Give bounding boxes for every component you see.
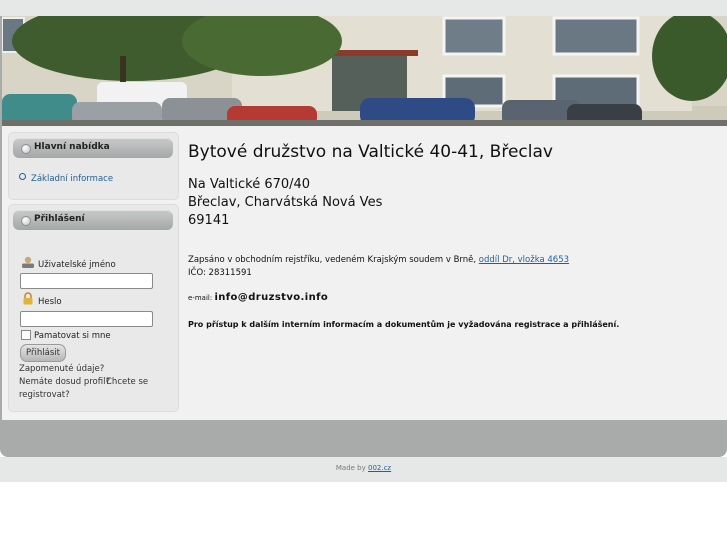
forgot-link[interactable]: Zapomenuté údaje? [19, 363, 104, 376]
remember-label: Pamatovat si mne [34, 331, 111, 341]
password-label: Heslo [38, 297, 62, 307]
no-profile-text: Nemáte dosud profil? [19, 377, 110, 387]
address-line: 69141 [188, 213, 230, 228]
login-module: Přihlášení Uživatelské jméno Heslo Pamat… [8, 204, 179, 412]
register-link-cont[interactable]: registrovat? [19, 389, 70, 402]
login-button[interactable]: Přihlásit [20, 344, 66, 362]
username-label: Uživatelské jméno [38, 260, 116, 270]
password-input[interactable] [20, 311, 153, 327]
made-by-text: Made by [335, 464, 366, 472]
top-strip [0, 0, 727, 16]
ico-text: IČO: 28311591 [188, 268, 252, 278]
menu-item-label: Základní informace [31, 174, 114, 184]
footer-credit: Made by 002.cz [0, 464, 727, 472]
menu-item-zakladni-informace[interactable]: Základní informace [19, 173, 113, 184]
bullet-icon [21, 216, 31, 226]
lock-icon [23, 292, 33, 305]
access-notice: Pro přístup k dalším interním informacím… [188, 320, 620, 329]
registration-text: Zapsáno v obchodním rejstříku, vedeném K… [188, 255, 477, 265]
bullet-icon [21, 144, 31, 154]
made-by-link[interactable]: 002.cz [368, 464, 391, 472]
page-title: Bytové družstvo na Valtické 40-41, Břecl… [188, 142, 553, 162]
header-photo [2, 16, 727, 126]
address-line: Břeclav, Charvátská Nová Ves [188, 195, 383, 210]
register-link[interactable]: Chcete se [106, 376, 148, 389]
registration-info: Zapsáno v obchodním rejstříku, vedeném K… [188, 254, 569, 280]
address-block: Na Valtické 670/40 Břeclav, Charvátská N… [188, 176, 382, 230]
email-label: e-mail: [188, 294, 213, 302]
main-menu-header: Hlavní nabídka [13, 138, 173, 158]
main-menu-title: Hlavní nabídka [34, 142, 110, 152]
username-input[interactable] [20, 273, 153, 289]
registration-link[interactable]: oddíl Dr, vložka 4653 [479, 255, 569, 265]
email-line: e-mail: info@druzstvo.info [188, 292, 328, 303]
login-header: Přihlášení [13, 210, 173, 230]
email-value: info@druzstvo.info [214, 292, 329, 303]
address-line: Na Valtické 670/40 [188, 177, 311, 192]
main-menu-module: Hlavní nabídka Základní informace [8, 132, 179, 200]
menu-bullet-icon [19, 173, 26, 180]
login-title: Přihlášení [34, 214, 85, 224]
footer: Made by 002.cz [0, 457, 727, 482]
user-icon [22, 256, 34, 268]
remember-checkbox[interactable] [21, 330, 31, 340]
